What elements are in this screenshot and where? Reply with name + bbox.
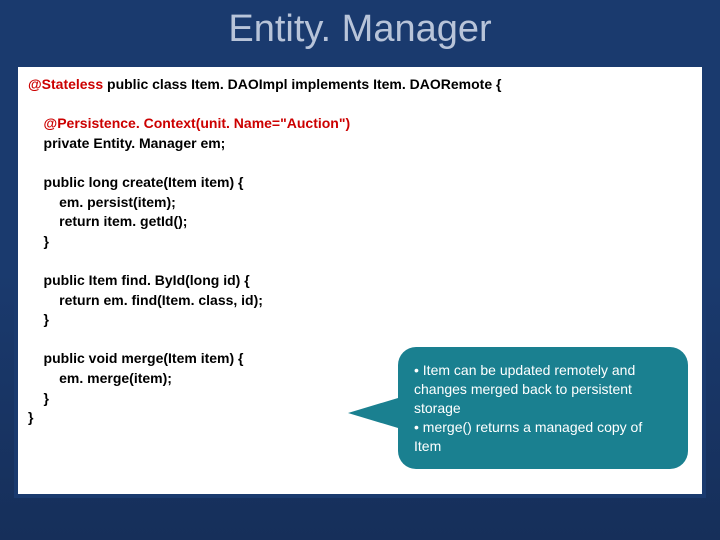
code-text: public class Item. DAOImpl implements It… [103,76,501,92]
annotation-stateless: @Stateless [28,76,103,92]
code-block: @Stateless public class Item. DAOImpl im… [14,63,706,498]
code-line: } [28,310,692,330]
code-blank [28,251,692,271]
callout-line: • Item can be updated remotely and chang… [414,361,672,418]
callout-box: • Item can be updated remotely and chang… [398,347,688,469]
callout-line: • merge() returns a managed copy of Item [414,418,672,456]
annotation-persistence: @Persistence. Context(unit. Name="Auctio… [28,114,692,134]
code-line: public long create(Item item) { [28,173,692,193]
code-line: em. persist(item); [28,193,692,213]
code-line: return item. getId(); [28,212,692,232]
code-line: public Item find. ById(long id) { [28,271,692,291]
page-title: Entity. Manager [0,0,720,51]
code-blank [28,95,692,115]
code-line: @Stateless public class Item. DAOImpl im… [28,75,692,95]
code-line: return em. find(Item. class, id); [28,291,692,311]
code-blank [28,153,692,173]
code-line: } [28,232,692,252]
code-line: private Entity. Manager em; [28,134,692,154]
